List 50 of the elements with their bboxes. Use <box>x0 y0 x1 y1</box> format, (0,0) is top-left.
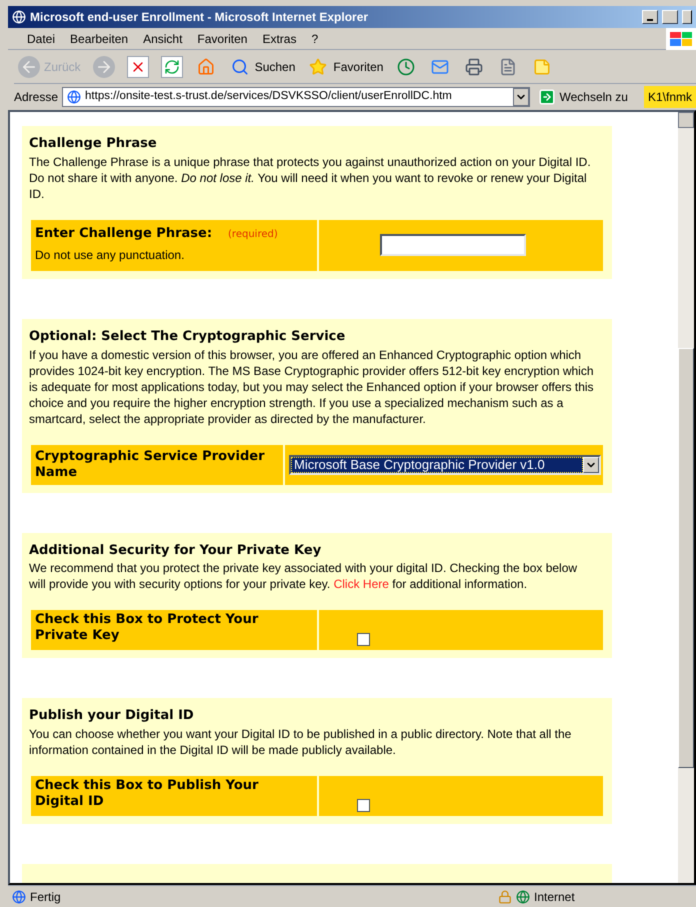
page-icon <box>12 890 26 904</box>
required-note: (required) <box>228 228 278 242</box>
field-label: Cryptographic Service Provider Name <box>35 448 266 480</box>
section-text: If you have a domestic version of this browser, you are offered an Enhanced Cryptographic option which provides 1024-bit key encryption. The MS Base Cryptographic provider offers 512-bit key encryption which is adequate for most applications today, but you may select the Enhanced option if your browser offers this choice and you require the higher encryption strength. If you use a specialized mechanism such as a smartcard, select the appropriate provider as directed by the manufacturer. <box>29 346 595 426</box>
menu-item[interactable]: Ansicht <box>136 30 190 48</box>
section-title: Challenge Phrase <box>29 135 158 153</box>
field-label: Check this Box to Publish Your Digital ID <box>35 778 260 810</box>
field-label: Check this Box to Protect Your Private Key <box>35 612 260 644</box>
menu-item[interactable]: Bearbeiten <box>63 30 136 48</box>
menu-item[interactable]: Favoriten <box>190 30 254 48</box>
section-text: The Challenge Phrase is a unique phrase that protects you against unauthorized action on your Digital ID. Do not share it with anyone. Do not lose it. You will need it when you want to revoke or renew your Digital ID. <box>29 154 592 202</box>
toolbar-button[interactable]: Suchen <box>224 52 300 82</box>
section-text: We recommend that you protect the private key associated with your digital ID. Checking the box below will provide you with security options for your private key. Click Here for additional information. <box>29 560 578 592</box>
toolbar-button[interactable]: Favoriten <box>303 52 388 82</box>
refresh-icon <box>160 56 183 78</box>
status-text: Fertig <box>30 888 62 906</box>
back-icon <box>18 56 40 78</box>
dropdown-value: Microsoft Base Cryptographic Provider v1.0 <box>291 456 583 472</box>
checkbox[interactable] <box>357 798 370 812</box>
go-button[interactable]: Wechseln zu <box>534 88 632 106</box>
menu-item[interactable]: Datei <box>20 30 62 48</box>
address-field[interactable]: https://onsite-test.s-trust.de/services/DSVKSSO/client/userEnrollDC.htm <box>62 87 530 107</box>
section-title: Additional Security for Your Private Key <box>29 542 322 560</box>
scrollbar[interactable] <box>678 112 694 883</box>
close-button[interactable] <box>682 10 692 24</box>
stop-icon <box>126 56 149 78</box>
checkbox[interactable] <box>357 633 370 646</box>
field-label: Enter Challenge Phrase: <box>35 224 212 242</box>
globe-icon <box>516 890 530 904</box>
lock-icon <box>498 890 512 904</box>
zone-text: Internet <box>534 888 575 906</box>
address-url: https://onsite-test.s-trust.de/services/DSVKSSO/client/userEnrollDC.htm <box>85 89 453 104</box>
menu-item[interactable]: Extras <box>255 30 304 48</box>
section-title: Optional: Select The Cryptographic Service <box>29 328 346 346</box>
challenge-phrase-field[interactable] <box>380 234 526 256</box>
click-here-link[interactable]: Click Here <box>334 577 389 591</box>
user-label: K1\fnmk <box>644 86 696 108</box>
address-label: Adresse <box>14 89 58 106</box>
field-hint: Do not use any punctuation. <box>35 248 184 262</box>
minimize-button[interactable] <box>642 10 658 24</box>
browser-icon <box>12 10 26 24</box>
window-title: Microsoft end-user Enrollment - Microsoft Internet Explorer <box>30 9 370 26</box>
menu-item[interactable]: ? <box>304 30 326 48</box>
page-icon <box>67 90 82 104</box>
section-text: You can choose whether you want your Digital ID to be published in a public directory. Note that all the information contained in the Digital ID will be made publicly available. <box>29 726 572 758</box>
section-title: Publish your Digital ID <box>29 707 195 725</box>
maximize-button[interactable] <box>662 10 678 24</box>
windows-logo <box>666 28 696 50</box>
provider-dropdown[interactable]: Microsoft Base Cryptographic Provider v1.0 <box>289 454 601 474</box>
forward-icon <box>92 56 115 78</box>
